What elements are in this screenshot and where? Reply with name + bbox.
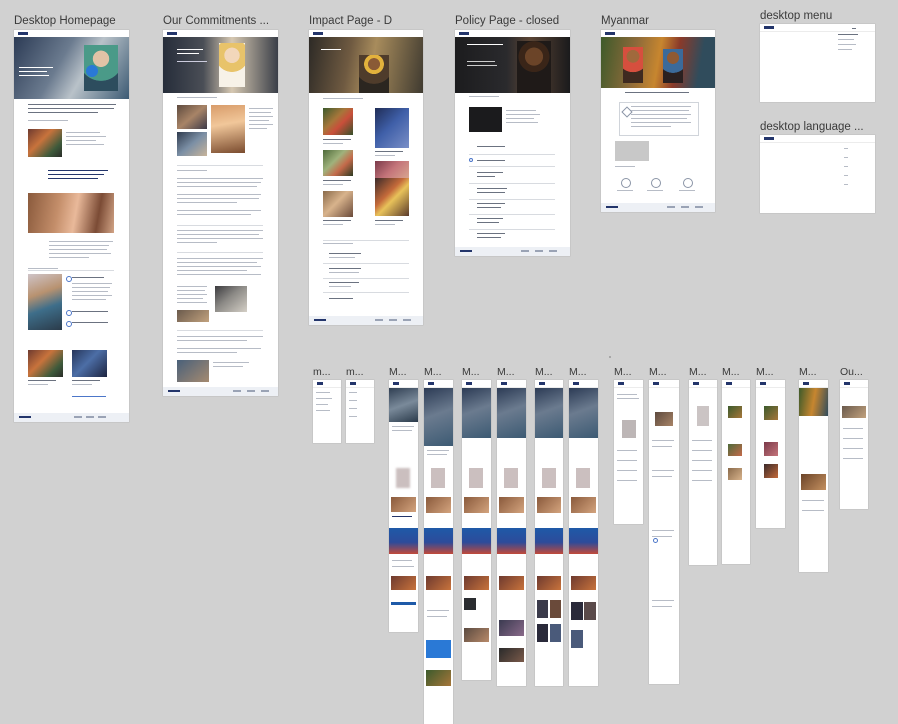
hero-image <box>455 37 570 93</box>
frame-policy-page[interactable] <box>455 30 570 256</box>
mobile-frame-13[interactable] <box>756 380 785 528</box>
mobile-frame-4[interactable] <box>424 380 453 724</box>
hero-image <box>309 37 423 93</box>
feature-image <box>28 193 114 233</box>
mobile-frame-12[interactable] <box>722 380 750 564</box>
portrait-image <box>28 274 62 330</box>
mobile-frame-menu-1[interactable] <box>313 380 341 443</box>
mobile-frame-14[interactable] <box>799 380 828 572</box>
mobile-frame-11[interactable] <box>689 380 717 565</box>
frame-label-desktop-menu[interactable]: desktop menu <box>760 10 860 23</box>
mobile-frame-10[interactable] <box>649 380 679 684</box>
mobile-label-2[interactable]: m... <box>346 366 376 379</box>
mobile-label-9[interactable]: M... <box>614 366 644 379</box>
mobile-frame-5[interactable] <box>462 380 491 680</box>
mobile-label-7[interactable]: M... <box>535 366 565 379</box>
mobile-label-12[interactable]: M... <box>722 366 752 379</box>
frame-desktop-language[interactable] <box>760 135 875 213</box>
mobile-label-8[interactable]: M... <box>569 366 599 379</box>
frame-desktop-menu[interactable] <box>760 24 875 102</box>
frame-label-desktop-homepage[interactable]: Desktop Homepage <box>14 15 134 28</box>
mobile-label-13[interactable]: M... <box>756 366 786 379</box>
impact-thumb-1 <box>28 350 63 377</box>
mobile-label-15[interactable]: Ou... <box>840 366 870 379</box>
hero-image <box>601 37 715 88</box>
mobile-frame-6[interactable] <box>497 380 526 686</box>
mobile-label-14[interactable]: M... <box>799 366 829 379</box>
mobile-frame-7[interactable] <box>535 380 563 686</box>
frame-label-impact-page[interactable]: Impact Page - D <box>309 15 419 28</box>
mobile-frame-9[interactable] <box>614 380 643 524</box>
canvas-cursor-dot <box>609 356 611 358</box>
frame-our-commitments[interactable] <box>163 30 278 396</box>
frame-myanmar[interactable] <box>601 30 715 212</box>
mobile-frame-8[interactable] <box>569 380 598 686</box>
mobile-label-5[interactable]: M... <box>462 366 492 379</box>
frame-label-our-commitments[interactable]: Our Commitments ... <box>163 15 273 28</box>
mobile-frame-3[interactable] <box>389 380 418 632</box>
mobile-frame-menu-2[interactable] <box>346 380 374 443</box>
mobile-label-6[interactable]: M... <box>497 366 527 379</box>
mobile-label-4[interactable]: M... <box>424 366 454 379</box>
frame-label-desktop-language[interactable]: desktop language ... <box>760 121 872 134</box>
hero-image <box>163 37 278 93</box>
mobile-label-1[interactable]: m... <box>313 366 343 379</box>
thumbnail-image <box>28 129 62 157</box>
mobile-label-11[interactable]: M... <box>689 366 719 379</box>
hero-image <box>14 37 129 99</box>
frame-impact-page[interactable] <box>309 30 423 325</box>
frame-label-myanmar[interactable]: Myanmar <box>601 15 681 28</box>
mobile-frame-15[interactable] <box>840 380 868 509</box>
frame-label-policy-page[interactable]: Policy Page - closed <box>455 15 570 28</box>
mobile-label-3[interactable]: M... <box>389 366 419 379</box>
impact-thumb-2 <box>72 350 107 377</box>
mobile-label-10[interactable]: M... <box>649 366 679 379</box>
frame-desktop-homepage[interactable] <box>14 30 129 422</box>
